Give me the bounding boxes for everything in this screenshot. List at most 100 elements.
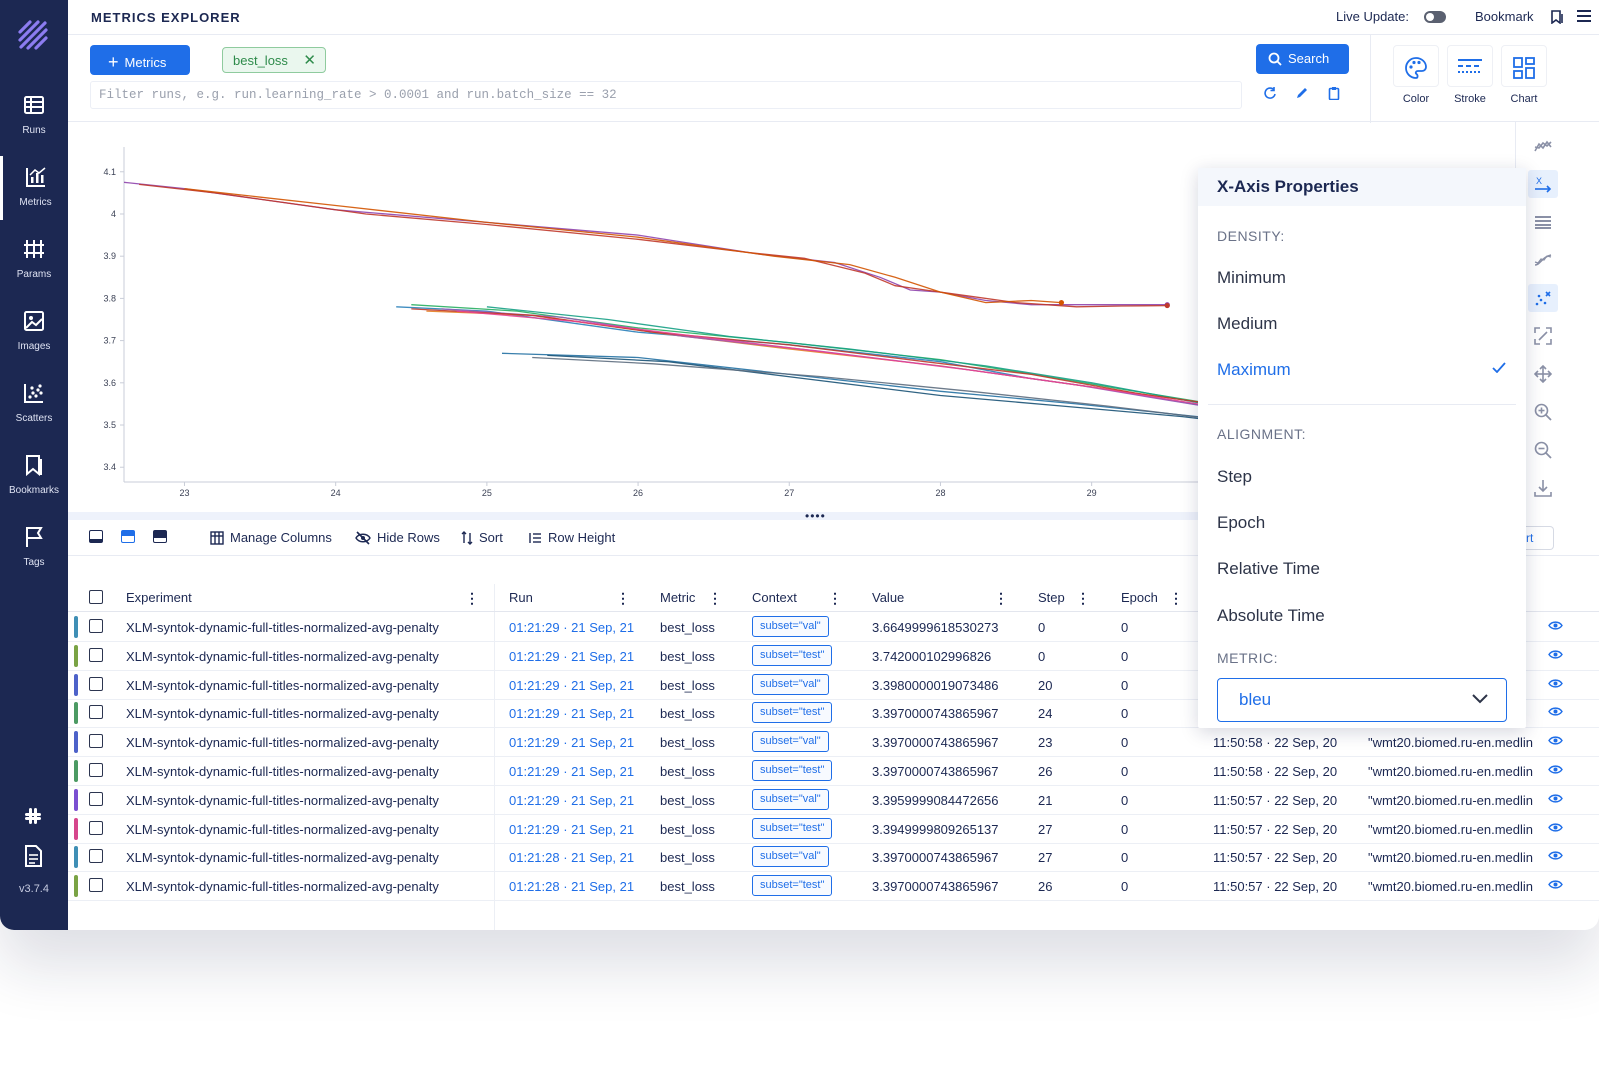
- sidebar-item-metrics[interactable]: Metrics: [0, 156, 68, 220]
- column-header-run[interactable]: Run: [509, 590, 533, 605]
- row-checkbox[interactable]: [89, 705, 103, 720]
- sidebar-item-params[interactable]: Params: [0, 228, 68, 292]
- density-option-medium[interactable]: Medium: [1217, 314, 1277, 334]
- bookmark-add-icon[interactable]: [1550, 10, 1564, 24]
- select-all-checkbox[interactable]: [89, 590, 103, 604]
- column-menu-icon[interactable]: ⋮: [465, 590, 479, 607]
- reset-icon[interactable]: [1263, 86, 1277, 100]
- row-checkbox[interactable]: [89, 791, 103, 806]
- column-header-epoch[interactable]: Epoch: [1121, 590, 1158, 605]
- row-checkbox[interactable]: [89, 878, 103, 893]
- table-row[interactable]: XLM-syntok-dynamic-full-titles-normalize…: [68, 786, 1599, 815]
- alignment-option-step[interactable]: Step: [1217, 467, 1252, 487]
- column-header-step[interactable]: Step: [1038, 590, 1065, 605]
- manage-columns-button[interactable]: Manage Columns: [210, 530, 332, 545]
- eye-icon[interactable]: [1548, 879, 1563, 890]
- search-button[interactable]: Search: [1256, 44, 1349, 74]
- close-icon[interactable]: ✕: [303, 51, 316, 69]
- column-header-context[interactable]: Context: [752, 590, 797, 605]
- clipboard-icon[interactable]: [1327, 86, 1341, 100]
- run-link[interactable]: 01:21:29 · 21 Sep, 21: [509, 649, 649, 664]
- bookmark-button[interactable]: Bookmark: [1475, 9, 1534, 24]
- x-axis-properties-button[interactable]: X: [1528, 170, 1558, 198]
- table-row[interactable]: XLM-syntok-dynamic-full-titles-normalize…: [68, 728, 1599, 758]
- table-view-half-icon[interactable]: [121, 530, 135, 543]
- density-option-maximum[interactable]: Maximum: [1217, 360, 1291, 380]
- run-link[interactable]: 01:21:29 · 21 Sep, 21: [509, 764, 649, 779]
- density-option-minimum[interactable]: Minimum: [1217, 268, 1286, 288]
- run-link[interactable]: 01:21:29 · 21 Sep, 21: [509, 735, 649, 750]
- stroke-tool-button[interactable]: Stroke: [1445, 45, 1495, 115]
- row-height-button[interactable]: Row Height: [528, 530, 615, 545]
- live-update-toggle[interactable]: [1424, 11, 1446, 23]
- column-menu-icon[interactable]: ⋮: [616, 590, 630, 607]
- sidebar-item-images[interactable]: Images: [0, 300, 68, 364]
- docs-icon[interactable]: [23, 845, 43, 867]
- eye-icon[interactable]: [1548, 793, 1563, 804]
- y-axis-scale-button[interactable]: [1528, 208, 1558, 236]
- alignment-option-relative-time[interactable]: Relative Time: [1217, 559, 1320, 579]
- row-checkbox[interactable]: [89, 619, 103, 633]
- row-checkbox[interactable]: [89, 849, 103, 864]
- table-view-min-icon[interactable]: [89, 530, 103, 543]
- zoom-in-button[interactable]: [1528, 398, 1558, 426]
- run-link[interactable]: 01:21:28 · 21 Sep, 21: [509, 879, 649, 894]
- table-row[interactable]: XLM-syntok-dynamic-full-titles-normalize…: [68, 843, 1599, 873]
- sidebar-item-tags[interactable]: Tags: [0, 516, 68, 580]
- eye-icon[interactable]: [1548, 706, 1563, 717]
- table-view-full-icon[interactable]: [153, 530, 167, 543]
- slack-icon[interactable]: [22, 805, 44, 827]
- download-button[interactable]: [1528, 474, 1558, 502]
- add-metrics-button[interactable]: + Metrics: [90, 45, 190, 75]
- eye-icon[interactable]: [1548, 764, 1563, 775]
- row-checkbox[interactable]: [89, 647, 103, 662]
- column-menu-icon[interactable]: ⋮: [828, 590, 842, 607]
- run-link[interactable]: 01:21:29 · 21 Sep, 21: [509, 620, 649, 635]
- sidebar-item-runs[interactable]: Runs: [0, 84, 68, 148]
- ignore-outliers-button[interactable]: [1528, 132, 1558, 160]
- edit-icon[interactable]: [1295, 86, 1309, 100]
- alignment-option-absolute-time[interactable]: Absolute Time: [1217, 606, 1325, 626]
- table-row[interactable]: XLM-syntok-dynamic-full-titles-normalize…: [68, 872, 1599, 902]
- run-link[interactable]: 01:21:29 · 21 Sep, 21: [509, 822, 649, 837]
- selected-metric-chip[interactable]: best_loss ✕: [222, 47, 326, 73]
- run-link[interactable]: 01:21:29 · 21 Sep, 21: [509, 678, 649, 693]
- eye-icon[interactable]: [1548, 850, 1563, 861]
- alignment-option-epoch[interactable]: Epoch: [1217, 513, 1265, 533]
- run-link[interactable]: 01:21:29 · 21 Sep, 21: [509, 793, 649, 808]
- aim-logo-icon[interactable]: [16, 18, 52, 54]
- chart-tool-button[interactable]: Chart: [1499, 45, 1549, 115]
- partially-hidden-button[interactable]: rt: [1526, 526, 1554, 550]
- run-link[interactable]: 01:21:28 · 21 Sep, 21: [509, 850, 649, 865]
- row-checkbox[interactable]: [89, 820, 103, 835]
- pan-button[interactable]: [1528, 360, 1558, 388]
- column-menu-icon[interactable]: ⋮: [1169, 590, 1183, 607]
- eye-icon[interactable]: [1548, 735, 1563, 746]
- row-checkbox[interactable]: [89, 676, 103, 691]
- highlight-mode-button[interactable]: [1528, 284, 1558, 312]
- eye-icon[interactable]: [1548, 620, 1563, 631]
- row-checkbox[interactable]: [89, 734, 103, 749]
- color-tool-button[interactable]: Color: [1391, 45, 1441, 115]
- metric-select[interactable]: bleu: [1217, 678, 1507, 722]
- sidebar-item-bookmarks[interactable]: Bookmarks: [0, 444, 68, 508]
- aggregate-button[interactable]: [1528, 322, 1558, 350]
- column-header-metric[interactable]: Metric: [660, 590, 695, 605]
- row-checkbox[interactable]: [89, 763, 103, 777]
- menu-icon[interactable]: [1576, 9, 1592, 23]
- sort-button[interactable]: Sort: [461, 530, 503, 545]
- table-row[interactable]: XLM-syntok-dynamic-full-titles-normalize…: [68, 757, 1599, 786]
- run-link[interactable]: 01:21:29 · 21 Sep, 21: [509, 706, 649, 721]
- hide-rows-button[interactable]: Hide Rows: [355, 530, 440, 545]
- column-menu-icon[interactable]: ⋮: [708, 590, 722, 607]
- smoothing-button[interactable]: [1528, 246, 1558, 274]
- column-header-experiment[interactable]: Experiment: [126, 590, 192, 605]
- column-menu-icon[interactable]: ⋮: [1076, 590, 1090, 607]
- eye-icon[interactable]: [1548, 649, 1563, 660]
- column-header-value[interactable]: Value: [872, 590, 904, 605]
- eye-icon[interactable]: [1548, 678, 1563, 689]
- zoom-out-button[interactable]: [1528, 436, 1558, 464]
- filter-runs-input[interactable]: Filter runs, e.g. run.learning_rate > 0.…: [90, 81, 1242, 109]
- eye-icon[interactable]: [1548, 822, 1563, 833]
- column-menu-icon[interactable]: ⋮: [994, 590, 1008, 607]
